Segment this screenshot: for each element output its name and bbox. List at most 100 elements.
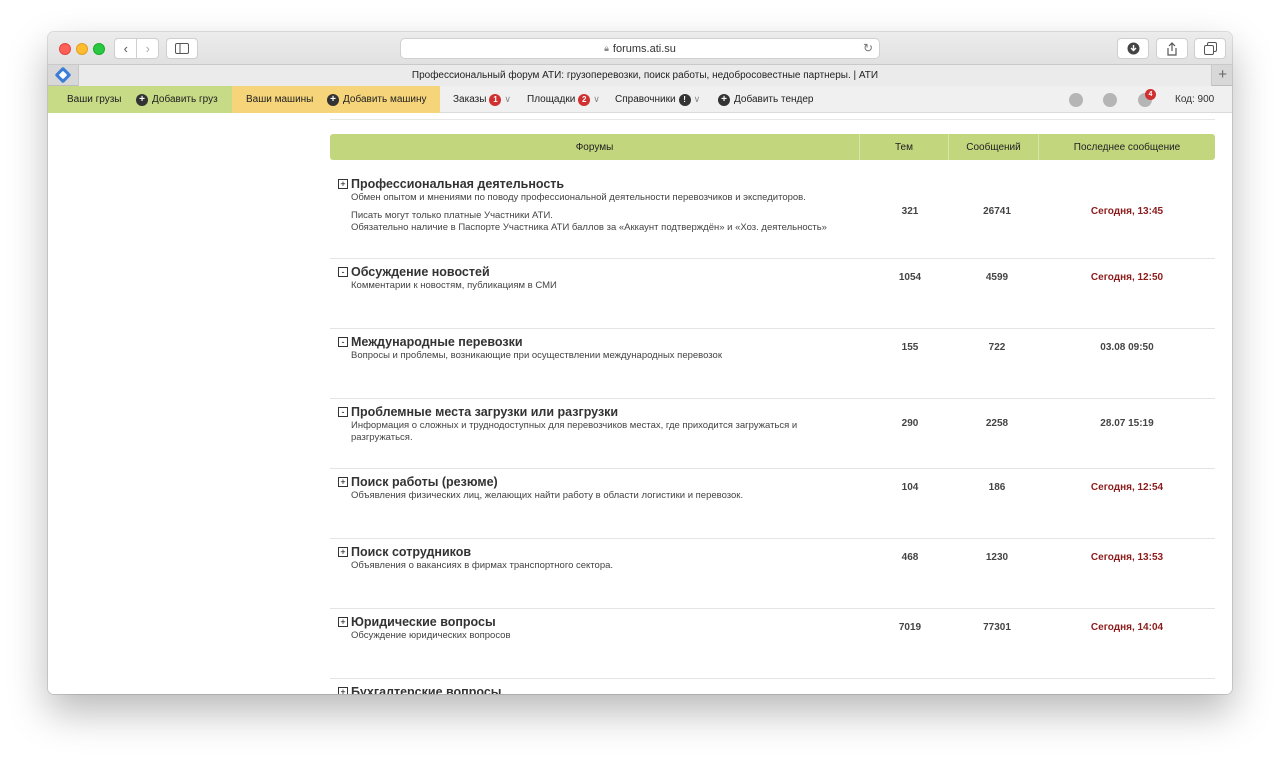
back-icon[interactable]: ‹ — [115, 39, 136, 58]
minimize-window-button[interactable] — [76, 43, 88, 55]
column-posts: Сообщений — [949, 134, 1039, 160]
add-truck-label: Добавить машину — [343, 94, 427, 105]
page-content: Форумы Тем Сообщений Последнее сообщение… — [48, 113, 1232, 694]
zoom-window-button[interactable] — [93, 43, 105, 55]
last-post-link[interactable]: 03.08 09:50 — [1039, 342, 1215, 353]
forum-description-text: Обмен опытом и мнениями по поводу профес… — [351, 192, 806, 203]
forum-title-link[interactable]: Юридические вопросы — [351, 615, 496, 629]
last-post-link[interactable]: Сегодня, 14:04 — [1039, 622, 1215, 633]
nav-platforms[interactable]: Площадки 2 ∨ — [527, 86, 600, 113]
column-forums: Форумы — [330, 134, 860, 160]
posts-count: 2258 — [985, 418, 1009, 429]
nav-orders-label: Заказы — [453, 94, 487, 105]
topics-count: 104 — [901, 482, 919, 493]
forum-row: - Международные перевозки Вопросы и проб… — [330, 329, 1215, 399]
forum-row: + Поиск работы (резюме) Объявления физич… — [330, 469, 1215, 539]
orders-badge: 1 — [489, 93, 502, 106]
nav-your-cargo-label: Ваши грузы — [67, 94, 122, 105]
nav-your-cargo[interactable]: Ваши грузы — [67, 86, 122, 113]
forum-description: Вопросы и проблемы, возникающие при осущ… — [351, 350, 722, 361]
forum-note-line: Писать могут только платные Участники АТ… — [351, 210, 553, 221]
last-post-link[interactable]: Сегодня, 13:53 — [1039, 552, 1215, 563]
forum-description: Обмен опытом и мнениями по поводу профес… — [351, 192, 861, 234]
column-topics: Тем — [860, 134, 949, 160]
tab-forum[interactable]: Профессиональный форум АТИ: грузоперевоз… — [78, 65, 1212, 86]
add-cargo-label: Добавить груз — [152, 94, 218, 105]
history-nav-group: ‹ › — [114, 38, 159, 59]
forum-row: + Бухгалтерские вопросы — [330, 679, 1215, 694]
add-tender-button[interactable]: + Добавить тендер — [718, 86, 813, 113]
topics-count: 321 — [901, 206, 919, 217]
download-icon[interactable] — [1117, 38, 1149, 59]
forum-title-link[interactable]: Поиск работы (резюме) — [351, 475, 498, 489]
sidebar-icon[interactable] — [166, 38, 198, 59]
add-truck-button[interactable]: + Добавить машину — [327, 86, 427, 113]
url-text: forums.ati.su — [612, 42, 676, 55]
nav-platforms-label: Площадки — [527, 94, 576, 105]
forum-title-link[interactable]: Международные перевозки — [351, 335, 523, 349]
forum-row: + Юридические вопросы Обсуждение юридиче… — [330, 609, 1215, 679]
forum-row: - Обсуждение новостей Комментарии к ново… — [330, 259, 1215, 329]
messages-icon[interactable] — [1103, 93, 1117, 107]
nav-your-trucks[interactable]: Ваши машины — [246, 86, 313, 113]
collapse-icon[interactable]: - — [338, 337, 348, 347]
tab-title: Профессиональный форум АТИ: грузоперевоз… — [411, 70, 879, 81]
last-post-link[interactable]: Сегодня, 12:50 — [1039, 272, 1215, 283]
chevron-down-icon: ∨ — [593, 94, 600, 104]
collapse-icon[interactable]: - — [338, 267, 348, 277]
forum-title-link[interactable]: Проблемные места загрузки или разгрузки — [351, 405, 618, 419]
last-post-link[interactable]: Сегодня, 13:45 — [1039, 206, 1215, 217]
forward-icon[interactable]: › — [136, 39, 158, 58]
expand-icon[interactable]: + — [338, 547, 348, 557]
close-window-button[interactable] — [59, 43, 71, 55]
nav-directories[interactable]: Справочники! ∨ — [615, 86, 700, 113]
posts-count: 77301 — [983, 622, 1011, 633]
topics-count: 1054 — [898, 272, 922, 283]
expand-icon[interactable]: + — [338, 687, 348, 694]
topics-count: 290 — [901, 418, 919, 429]
platforms-badge: 2 — [578, 93, 591, 106]
browser-window: ‹ › 🔒︎ forums.ati.su ↻ Профессиональный … — [48, 32, 1232, 694]
column-last-post: Последнее сообщение — [1073, 141, 1181, 153]
forum-description: Обсуждение юридических вопросов — [351, 630, 511, 641]
last-post-link[interactable]: 28.07 15:19 — [1039, 418, 1215, 429]
browser-toolbar: ‹ › 🔒︎ forums.ati.su ↻ — [48, 32, 1232, 65]
last-post-link[interactable]: Сегодня, 12:54 — [1039, 482, 1215, 493]
add-tender-label: Добавить тендер — [734, 94, 814, 105]
site-navigation: Ваши грузы + Добавить груз Ваши машины + Д… — [48, 86, 1232, 113]
share-icon[interactable] — [1156, 38, 1188, 59]
tabs-icon[interactable] — [1194, 38, 1226, 59]
new-tab-icon[interactable]: + — [1218, 66, 1227, 83]
address-bar[interactable]: 🔒︎ forums.ati.su ↻ — [400, 38, 880, 59]
chevron-down-icon: ∨ — [504, 94, 512, 104]
forum-row: - Проблемные места загрузки или разгрузк… — [330, 399, 1215, 469]
nav-orders[interactable]: Заказы 1 ∨ — [453, 86, 511, 113]
forum-title-link[interactable]: Поиск сотрудников — [351, 545, 471, 559]
add-cargo-button[interactable]: + Добавить груз — [136, 86, 218, 113]
profile-icon[interactable] — [1069, 93, 1083, 107]
posts-count: 4599 — [985, 272, 1009, 283]
expand-icon[interactable]: + — [338, 179, 348, 189]
forum-title-link[interactable]: Бухгалтерские вопросы — [351, 685, 501, 694]
tab-bar: Профессиональный форум АТИ: грузоперевоз… — [48, 65, 1232, 86]
directories-alert-badge: ! — [678, 93, 691, 106]
reload-icon[interactable]: ↻ — [863, 41, 873, 55]
expand-icon[interactable]: + — [338, 617, 348, 627]
forum-description: Информация о сложных и труднодоступных д… — [351, 420, 798, 443]
expand-icon[interactable]: + — [338, 477, 348, 487]
forum-note-line: Обязательно наличие в Паспорте Участника… — [351, 222, 827, 233]
posts-count: 1230 — [985, 552, 1009, 563]
nav-directories-label: Справочники — [615, 94, 676, 105]
forum-title-link[interactable]: Обсуждение новостей — [351, 265, 490, 279]
chevron-down-icon: ∨ — [693, 94, 701, 104]
notifications-badge: 4 — [1145, 89, 1156, 100]
collapse-icon[interactable]: - — [338, 407, 348, 417]
forum-title-link[interactable]: Профессиональная деятельность — [351, 177, 564, 191]
forum-description: Объявления о вакансиях в фирмах транспор… — [351, 560, 614, 571]
posts-count: 722 — [988, 342, 1006, 353]
table-header: Форумы Тем Сообщений Последнее сообщение — [330, 134, 1215, 160]
ati-logo-icon — [54, 66, 72, 84]
forum-description: Объявления физических лиц, желающих найт… — [351, 490, 744, 501]
posts-count: 186 — [988, 482, 1006, 493]
plus-icon: + — [718, 93, 730, 106]
